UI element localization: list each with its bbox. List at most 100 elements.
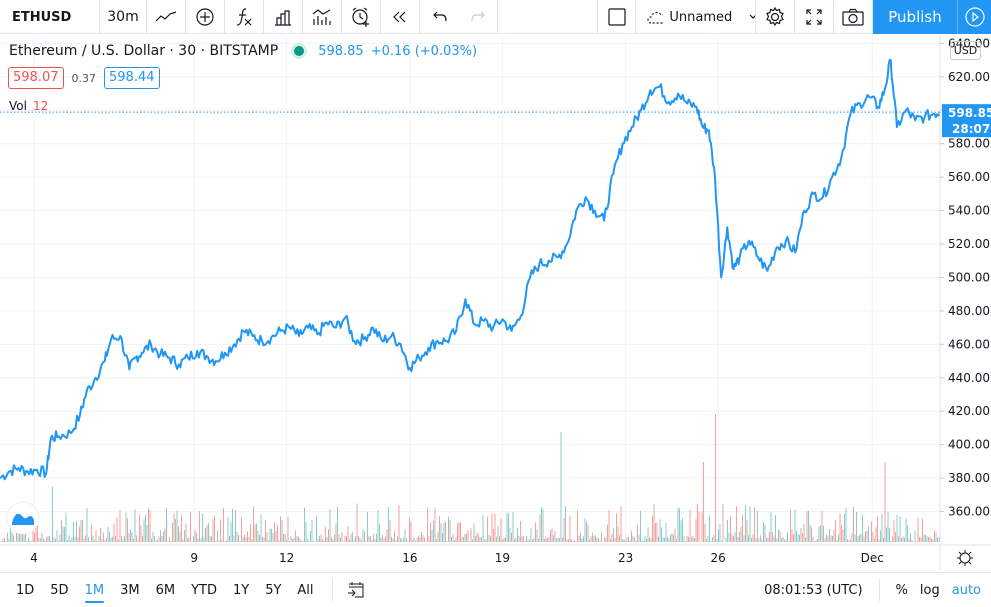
volume-bar	[626, 537, 628, 542]
volume-bar	[59, 534, 61, 542]
compare-button[interactable]	[186, 0, 225, 34]
volume-bar	[806, 511, 808, 542]
range-3m[interactable]: 3M	[120, 583, 140, 598]
volume-bar	[542, 508, 544, 542]
log-scale-toggle[interactable]: log	[920, 583, 940, 598]
volume-bar	[629, 540, 631, 542]
volume-bar	[320, 534, 322, 542]
redo-button[interactable]	[459, 0, 498, 34]
indicators-button[interactable]	[225, 0, 264, 34]
volume-bar	[620, 506, 622, 542]
volume-bar	[143, 519, 145, 542]
market-status-icon[interactable]	[294, 46, 305, 56]
volume-bar	[733, 536, 734, 542]
volume-bar	[524, 540, 526, 542]
symbol-search-button[interactable]: ETHUSD	[0, 0, 100, 34]
volume-bar	[932, 539, 934, 542]
range-all[interactable]: All	[297, 583, 313, 598]
volume-bar	[782, 536, 784, 542]
function-icon	[236, 8, 252, 26]
settings-button[interactable]	[756, 0, 795, 34]
volume-bar	[13, 535, 14, 542]
volume-bar	[872, 532, 874, 542]
volume-label[interactable]: Vol	[9, 99, 27, 113]
play-button[interactable]	[957, 0, 991, 34]
currency-label[interactable]: USD	[950, 41, 981, 60]
volume-bar	[532, 539, 533, 542]
range-5d[interactable]: 5D	[50, 583, 68, 598]
volume-bar	[172, 522, 173, 542]
volume-bar	[124, 536, 125, 542]
volume-bar	[886, 527, 887, 542]
undo-button[interactable]	[420, 0, 459, 34]
financials-button[interactable]	[264, 0, 303, 34]
chart-settings-button[interactable]	[957, 550, 973, 566]
volume-bar	[851, 533, 853, 542]
interval-button[interactable]: 30m	[100, 0, 147, 34]
volume-bar	[403, 537, 404, 542]
volume-bar	[137, 540, 139, 542]
volume-bar	[406, 538, 407, 542]
volume-bar	[332, 538, 334, 542]
volume-bar	[556, 538, 557, 542]
volume-bar	[478, 534, 479, 542]
volume-bar	[778, 529, 779, 542]
publish-button[interactable]: Publish	[873, 0, 957, 34]
fullscreen-button[interactable]	[795, 0, 834, 34]
price-chart[interactable]: 360.00 380.00 400.00 420.00 440.00 460.00 480.…	[0, 35, 991, 570]
percent-scale-toggle[interactable]: %	[896, 583, 908, 598]
replay-button[interactable]	[381, 0, 420, 34]
volume-bar	[658, 536, 659, 542]
volume-bar	[917, 517, 919, 542]
volume-bar	[97, 540, 98, 542]
volume-bar	[643, 540, 644, 542]
volume-bar	[797, 534, 799, 542]
volume-bar	[341, 532, 343, 542]
volume-bar	[736, 506, 737, 542]
volume-bar	[907, 525, 908, 542]
volume-bar	[592, 533, 593, 542]
range-5y[interactable]: 5Y	[265, 583, 281, 598]
clock[interactable]: 08:01:53 (UTC)	[764, 583, 862, 598]
volume-bar	[589, 539, 590, 542]
volume-bar	[176, 510, 178, 542]
volume-bar	[445, 521, 446, 542]
chart-style-button[interactable]	[147, 0, 186, 34]
range-ytd[interactable]: YTD	[191, 583, 217, 598]
range-1d[interactable]: 1D	[16, 583, 34, 598]
snapshot-button[interactable]	[834, 0, 873, 34]
volume-bar	[323, 540, 325, 542]
logo-badge[interactable]	[6, 501, 40, 535]
volume-bar	[184, 530, 185, 542]
volume-bar	[500, 518, 502, 542]
volume-bar	[397, 536, 398, 542]
volume-bar	[380, 537, 382, 542]
volume-bar	[734, 532, 736, 542]
select-layout-button[interactable]	[598, 0, 636, 34]
volume-bar	[389, 520, 391, 542]
range-1m[interactable]: 1M	[84, 583, 104, 603]
volume-bar	[224, 541, 226, 542]
auto-scale-toggle[interactable]: auto	[952, 583, 981, 598]
volume-bar	[653, 503, 655, 542]
volume-bar	[317, 538, 319, 542]
range-6m[interactable]: 6M	[156, 583, 176, 598]
volume-bar	[200, 538, 202, 542]
symbol-title[interactable]: Ethereum / U.S. Dollar · 30 · BITSTAMP	[9, 43, 278, 59]
volume-bar	[748, 535, 749, 542]
alert-button[interactable]	[342, 0, 381, 34]
templates-button[interactable]	[303, 0, 342, 34]
volume-bar	[383, 538, 385, 542]
volume-bar	[604, 537, 605, 542]
volume-bar	[727, 519, 728, 542]
volume-bar	[740, 526, 742, 542]
layout-name-dropdown[interactable]: Unnamed	[636, 0, 756, 34]
volume-bar	[560, 432, 562, 542]
range-1y[interactable]: 1Y	[233, 583, 249, 598]
goto-date-icon[interactable]	[347, 581, 365, 599]
volume-bar	[47, 535, 49, 542]
volume-bar	[416, 538, 418, 542]
cloud-icon	[647, 11, 664, 24]
volume-bar	[803, 523, 805, 542]
volume-bar	[758, 538, 760, 542]
